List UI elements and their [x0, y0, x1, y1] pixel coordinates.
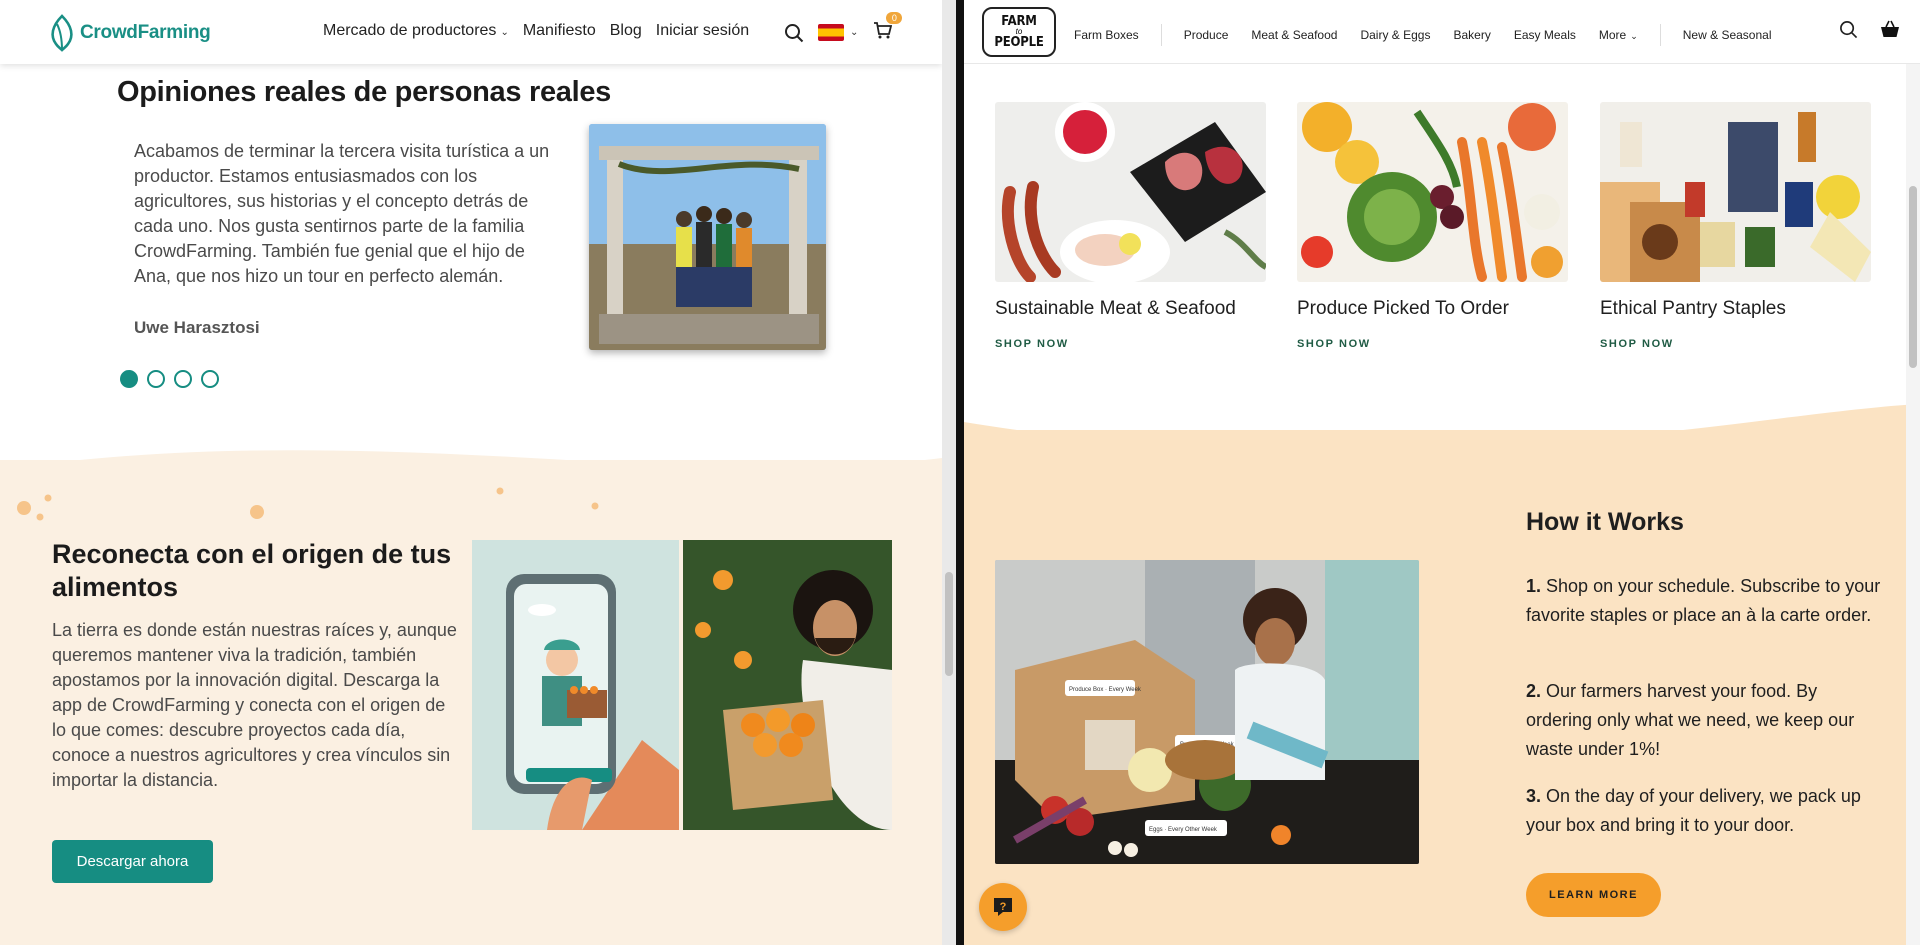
farm-to-people-header: FARM to PEOPLE Farm Boxes Produce Meat &…: [964, 0, 1920, 64]
nav-login[interactable]: Iniciar sesión: [656, 22, 749, 40]
nav-blog[interactable]: Blog: [610, 22, 642, 40]
nav-meat-seafood[interactable]: Meat & Seafood: [1251, 28, 1337, 42]
step-text: Shop on your schedule. Subscribe to your…: [1526, 576, 1881, 625]
meat-seafood-photo: [995, 102, 1266, 282]
cart-count-badge: 0: [886, 12, 903, 24]
step-text: Our farmers harvest your food. By orderi…: [1526, 681, 1855, 759]
card-title: Produce Picked To Order: [1297, 298, 1509, 319]
step-number: 1.: [1526, 576, 1542, 596]
svg-text:?: ?: [1000, 901, 1007, 913]
download-app-button[interactable]: Descargar ahora: [52, 840, 213, 883]
how-step-2: 2. Our farmers harvest your food. By ord…: [1526, 677, 1886, 764]
search-icon[interactable]: [1839, 20, 1858, 39]
card-title: Ethical Pantry Staples: [1600, 298, 1786, 319]
chat-button[interactable]: ?: [979, 883, 1027, 931]
how-step-3: 3. On the day of your delivery, we pack …: [1526, 782, 1886, 840]
right-scrollbar-thumb[interactable]: [1909, 186, 1917, 368]
reviews-heading: Opiniones reales de personas reales: [117, 76, 612, 108]
basket-icon[interactable]: [1880, 20, 1900, 39]
nav-separator: [1659, 24, 1661, 46]
pantry-photo: [1600, 102, 1871, 282]
carousel-dot-4[interactable]: [201, 370, 219, 388]
leaf-logo-icon: [51, 14, 73, 52]
language-selector[interactable]: ⌄: [818, 24, 858, 41]
nav-farm-boxes[interactable]: Farm Boxes: [1074, 28, 1139, 42]
nav-more-label: More: [1598, 28, 1627, 42]
nav-bakery[interactable]: Bakery: [1453, 28, 1490, 42]
nav-produce[interactable]: Produce: [1184, 28, 1229, 42]
left-scrollbar[interactable]: [942, 0, 956, 945]
shop-now-link[interactable]: SHOP NOW: [1297, 338, 1568, 350]
carousel-dot-1[interactable]: [120, 370, 138, 388]
chevron-down-icon: ⌄: [850, 27, 859, 38]
brand-name: CrowdFarming: [80, 22, 211, 43]
search-icon[interactable]: [784, 23, 804, 43]
card-title: Sustainable Meat & Seafood: [995, 298, 1236, 319]
nav-separator: [1160, 24, 1162, 46]
review-carousel-dots: [120, 370, 219, 388]
main-nav: Mercado de productores ⌄ Manifiesto Blog …: [323, 22, 749, 40]
how-it-works-heading: How it Works: [1526, 508, 1684, 536]
crowdfarming-header: CrowdFarming Mercado de productores ⌄ Man…: [0, 0, 942, 64]
photo-label-eggs: Eggs · Every Other Week: [1149, 827, 1218, 833]
right-scrollbar[interactable]: [1906, 0, 1920, 945]
produce-photo: [1297, 102, 1568, 282]
crowdfarming-logo[interactable]: CrowdFarming: [48, 14, 211, 52]
crowdfarming-window: CrowdFarming Mercado de productores ⌄ Man…: [0, 0, 942, 945]
category-card-meat[interactable]: Sustainable Meat & Seafood SHOP NOW: [995, 102, 1266, 350]
step-text: On the day of your delivery, we pack up …: [1526, 786, 1861, 835]
nav-more[interactable]: More ⌄: [1599, 28, 1638, 42]
learn-more-button[interactable]: LEARN MORE: [1526, 873, 1661, 917]
app-illustration: [472, 540, 679, 830]
cart-button[interactable]: 0: [872, 12, 903, 45]
spain-flag-icon: [818, 24, 844, 41]
chevron-down-icon: ⌄: [1630, 31, 1638, 41]
carousel-dot-3[interactable]: [174, 370, 192, 388]
logo-line-2: PEOPLE: [994, 34, 1044, 50]
review-quote: Acabamos de terminar la tercera visita t…: [134, 141, 550, 286]
nav-easy-meals[interactable]: Easy Meals: [1514, 28, 1576, 42]
chevron-down-icon: ⌄: [500, 27, 509, 38]
reconnect-body: La tierra es donde están nuestras raíces…: [52, 620, 457, 790]
step-number: 2.: [1526, 681, 1542, 701]
header-actions: [1839, 20, 1900, 39]
category-card-pantry[interactable]: Ethical Pantry Staples SHOP NOW: [1600, 102, 1871, 350]
farm-to-people-window: FARM to PEOPLE Farm Boxes Produce Meat &…: [964, 0, 1920, 945]
help-chat-icon: ?: [994, 898, 1012, 916]
decorative-dots: [17, 487, 599, 521]
nav-market-label: Mercado de productores: [323, 22, 497, 39]
farm-to-people-logo[interactable]: FARM to PEOPLE: [982, 7, 1056, 57]
step-number: 3.: [1526, 786, 1542, 806]
category-card-produce[interactable]: Produce Picked To Order SHOP NOW: [1297, 102, 1568, 350]
review-photo: [589, 124, 826, 350]
main-nav: Farm Boxes Produce Meat & Seafood Dairy …: [1074, 24, 1771, 46]
nav-manifesto[interactable]: Manifiesto: [523, 22, 596, 40]
farmer-with-oranges-photo: [683, 540, 892, 830]
shop-now-link[interactable]: SHOP NOW: [1600, 338, 1871, 350]
photo-label-box: Produce Box · Every Week: [1069, 687, 1142, 693]
unboxing-photo: Produce Box · Every Week Bread · Every W…: [995, 560, 1419, 864]
reconnect-heading: Reconecta con el origen de tus alimentos: [52, 539, 452, 602]
how-step-1: 1. Shop on your schedule. Subscribe to y…: [1526, 572, 1886, 630]
nav-market[interactable]: Mercado de productores ⌄: [323, 22, 509, 40]
header-actions: ⌄ 0: [784, 12, 903, 45]
shop-now-link[interactable]: SHOP NOW: [995, 338, 1266, 350]
left-scrollbar-thumb[interactable]: [945, 572, 953, 676]
review-author: Uwe Harasztosi: [134, 318, 260, 337]
carousel-dot-2[interactable]: [147, 370, 165, 388]
nav-dairy-eggs[interactable]: Dairy & Eggs: [1360, 28, 1430, 42]
nav-new-seasonal[interactable]: New & Seasonal: [1683, 28, 1772, 42]
